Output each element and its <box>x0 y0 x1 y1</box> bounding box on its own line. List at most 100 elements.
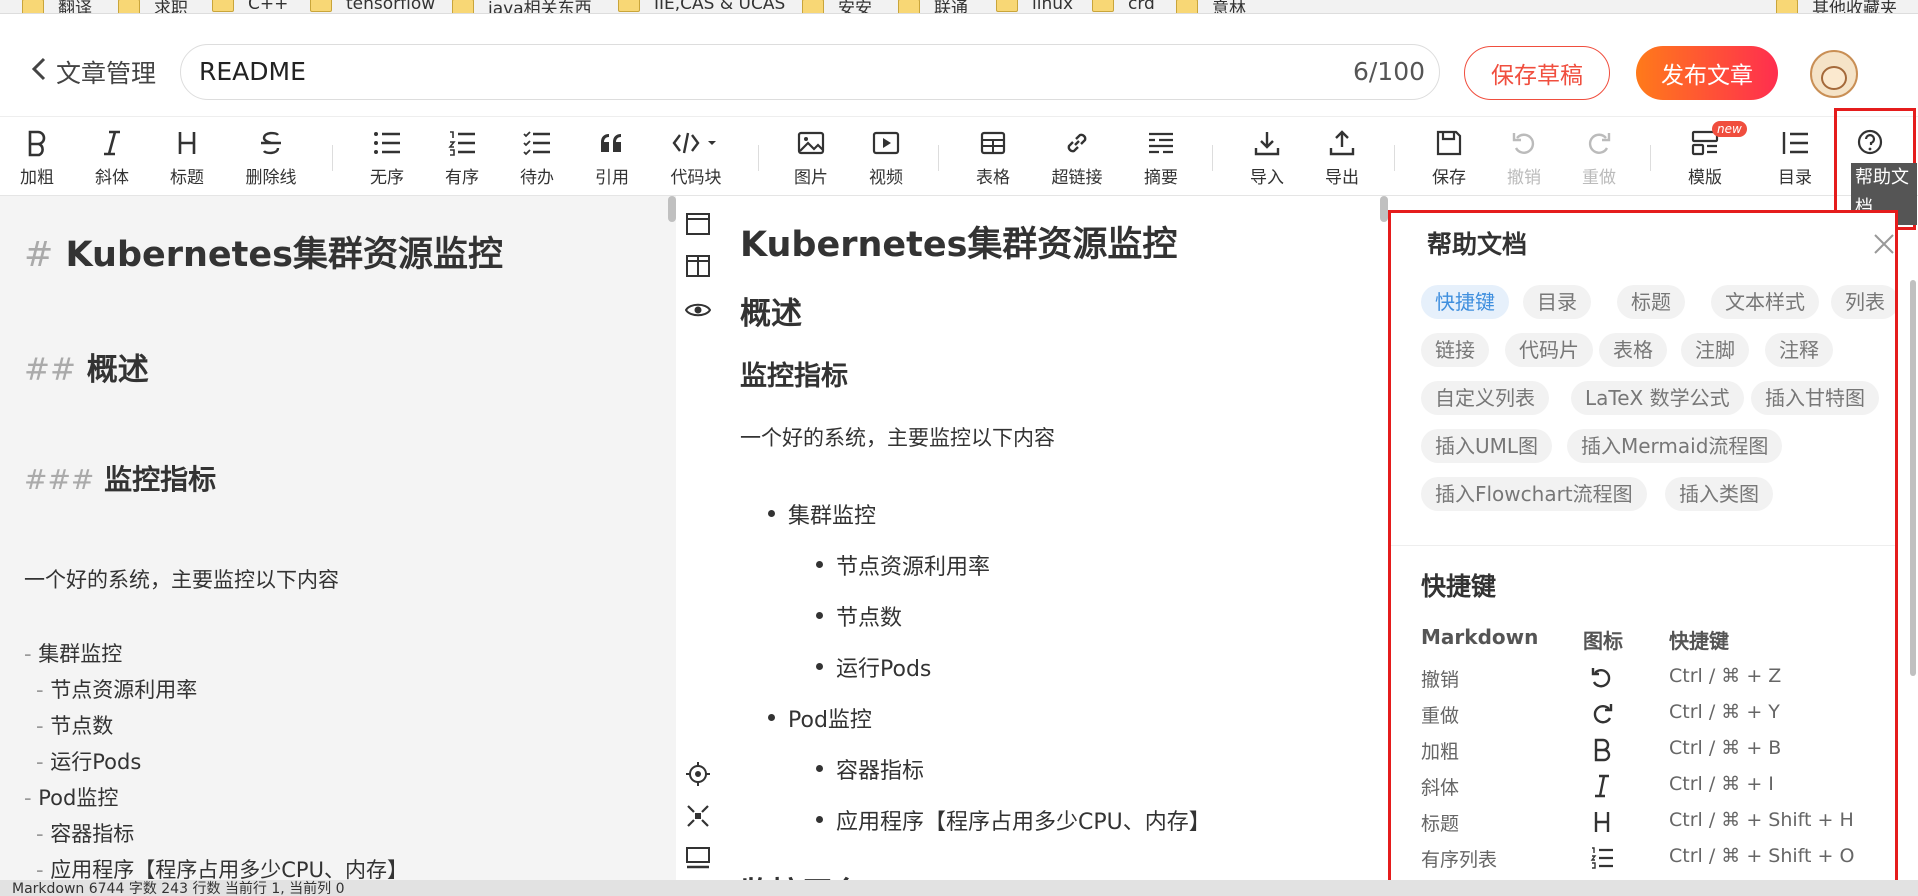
todo-list-button[interactable]: 待办 <box>502 127 572 188</box>
table-icon <box>980 127 1006 159</box>
article-title-value[interactable]: README <box>199 57 306 86</box>
bookmark-label: 翻译 <box>58 0 92 14</box>
help-tag[interactable]: 标题 <box>1617 285 1685 319</box>
md-hash-mark: # <box>24 235 54 275</box>
bookmark-folder[interactable]: 翻译 <box>22 0 92 14</box>
code-block-button[interactable]: 代码块 <box>652 127 740 188</box>
help-panel-scrollbar[interactable] <box>1910 280 1916 676</box>
italic-label: 斜体 <box>95 168 129 188</box>
bookmark-folder[interactable]: 意林 <box>1176 0 1246 14</box>
md-heading-2: ## 概述 <box>24 344 149 389</box>
avatar-face <box>1821 66 1847 90</box>
bookmark-folder[interactable]: 安安 <box>802 0 872 13</box>
bold-button[interactable]: 加粗 <box>2 127 72 188</box>
close-icon[interactable] <box>1873 233 1895 260</box>
monitor-icon[interactable] <box>684 844 712 872</box>
folder-icon <box>310 0 332 12</box>
bold-label: 加粗 <box>20 168 54 188</box>
save-button[interactable]: 保存 <box>1414 127 1484 188</box>
save-draft-button[interactable]: 保存草稿 <box>1464 46 1610 100</box>
md-list-item: - 容器指标 <box>36 822 135 846</box>
unordered-list-button[interactable]: 无序 <box>352 127 422 188</box>
template-button[interactable]: 模版 new <box>1670 121 1747 188</box>
article-title-input[interactable]: README 6/100 <box>180 44 1440 100</box>
back-to-articles-button[interactable]: 文章管理 <box>30 54 156 90</box>
help-tag[interactable]: 目录 <box>1523 285 1591 319</box>
hyperlink-button[interactable]: 超链接 <box>1042 127 1112 188</box>
editor-scrollbar[interactable] <box>668 196 676 222</box>
bookmark-folder[interactable]: 求职 <box>118 0 188 13</box>
bookmark-folder[interactable]: tensorflow <box>310 0 436 14</box>
toolbar-divider <box>332 145 333 171</box>
quote-button[interactable]: 引用 <box>577 127 647 188</box>
help-tag[interactable]: 文本样式 <box>1711 285 1819 319</box>
ordered-list-icon <box>448 127 476 159</box>
help-tag[interactable]: 自定义列表 <box>1421 381 1549 415</box>
video-button[interactable]: 视频 <box>851 127 921 188</box>
bookmark-folder[interactable]: linux <box>996 0 1073 13</box>
undo-button[interactable]: 撤销 <box>1489 127 1559 188</box>
locate-icon[interactable] <box>684 760 712 788</box>
help-tag[interactable]: 代码片 <box>1505 333 1593 367</box>
help-tag[interactable]: 插入UML图 <box>1421 429 1553 463</box>
bookmark-folder[interactable]: crd <box>1092 0 1155 13</box>
preview-scrollbar[interactable] <box>1380 196 1388 222</box>
md-paragraph: 一个好的系统，主要监控以下内容 <box>24 568 339 592</box>
help-tag[interactable]: 表格 <box>1599 333 1667 367</box>
folder-icon <box>1092 0 1114 12</box>
help-tag[interactable]: 注释 <box>1765 333 1833 367</box>
help-tag[interactable]: 注脚 <box>1681 333 1749 367</box>
italic-button[interactable]: 斜体 <box>77 127 147 188</box>
help-tag[interactable]: 插入甘特图 <box>1751 381 1879 415</box>
undo-label: 撤销 <box>1507 168 1541 188</box>
bookmark-label: 意林 <box>1212 0 1246 14</box>
image-button[interactable]: 图片 <box>776 127 846 188</box>
preview-list-item: 应用程序【程序占用多少CPU、内存】 <box>816 804 1211 836</box>
split-view-icon[interactable] <box>684 252 712 280</box>
bookmark-folder[interactable]: C++ <box>212 0 288 13</box>
view-mode-bar <box>676 196 736 880</box>
heading-button[interactable]: 标题 <box>152 127 222 188</box>
bookmark-folder[interactable]: IIE,CAS & UCAS <box>618 0 786 14</box>
help-tag[interactable]: 插入类图 <box>1665 477 1773 511</box>
help-tag[interactable]: LaTeX 数学公式 <box>1571 381 1744 415</box>
help-tag[interactable]: 插入Mermaid流程图 <box>1567 429 1783 463</box>
help-tag[interactable]: 插入Flowchart流程图 <box>1421 477 1647 511</box>
code-icon <box>672 127 720 159</box>
help-tag[interactable]: 链接 <box>1421 333 1489 367</box>
help-tag-shortcuts[interactable]: 快捷键 <box>1421 285 1509 319</box>
code-block-label: 代码块 <box>670 168 722 188</box>
folder-icon <box>22 0 44 13</box>
bookmark-folder[interactable]: java相关东西 <box>452 0 592 13</box>
folder-icon <box>898 0 920 13</box>
download-icon <box>1254 127 1280 159</box>
bookmark-folder[interactable]: 联通 <box>898 0 968 13</box>
import-button[interactable]: 导入 <box>1232 127 1302 188</box>
fullscreen-icon[interactable] <box>684 802 712 830</box>
italic-icon <box>101 127 123 159</box>
shortcut-key: Ctrl / ⌘ + Y <box>1669 701 1780 723</box>
import-label: 导入 <box>1250 168 1284 188</box>
bookmark-folder-other[interactable]: 其他收藏夹 <box>1776 0 1897 13</box>
export-button[interactable]: 导出 <box>1307 127 1377 188</box>
toc-button[interactable]: 目录 <box>1760 127 1830 188</box>
shortcut-name: 标题 <box>1421 813 1460 835</box>
editor-only-view-icon[interactable] <box>684 210 712 238</box>
publish-article-button[interactable]: 发布文章 <box>1636 46 1778 100</box>
preview-eye-icon[interactable] <box>684 296 712 324</box>
bookmark-label: tensorflow <box>346 0 436 14</box>
strikethrough-button[interactable]: 删除线 <box>236 127 306 188</box>
table-button[interactable]: 表格 <box>958 127 1028 188</box>
shortcut-name: 有序列表 <box>1421 849 1498 871</box>
bookmark-label: IIE,CAS & UCAS <box>654 0 786 14</box>
ordered-list-button[interactable]: 有序 <box>427 127 497 188</box>
markdown-editor[interactable]: # Kubernetes集群资源监控 ## 概述 ### 监控指标 一个好的系统… <box>0 196 676 880</box>
summary-button[interactable]: 摘要 <box>1126 127 1196 188</box>
editor-toolbar: 加粗 斜体 标题 删除线 无序 有序 待办 引用 代码块 图片 视频 表格 超链… <box>0 116 1918 196</box>
md-list-text: 容器指标 <box>50 822 135 846</box>
help-tag[interactable]: 列表 <box>1831 285 1895 319</box>
redo-button[interactable]: 重做 <box>1564 127 1634 188</box>
shortcut-key: Ctrl / ⌘ + Shift + H <box>1669 809 1854 831</box>
avatar[interactable] <box>1810 50 1858 98</box>
export-label: 导出 <box>1325 168 1359 188</box>
